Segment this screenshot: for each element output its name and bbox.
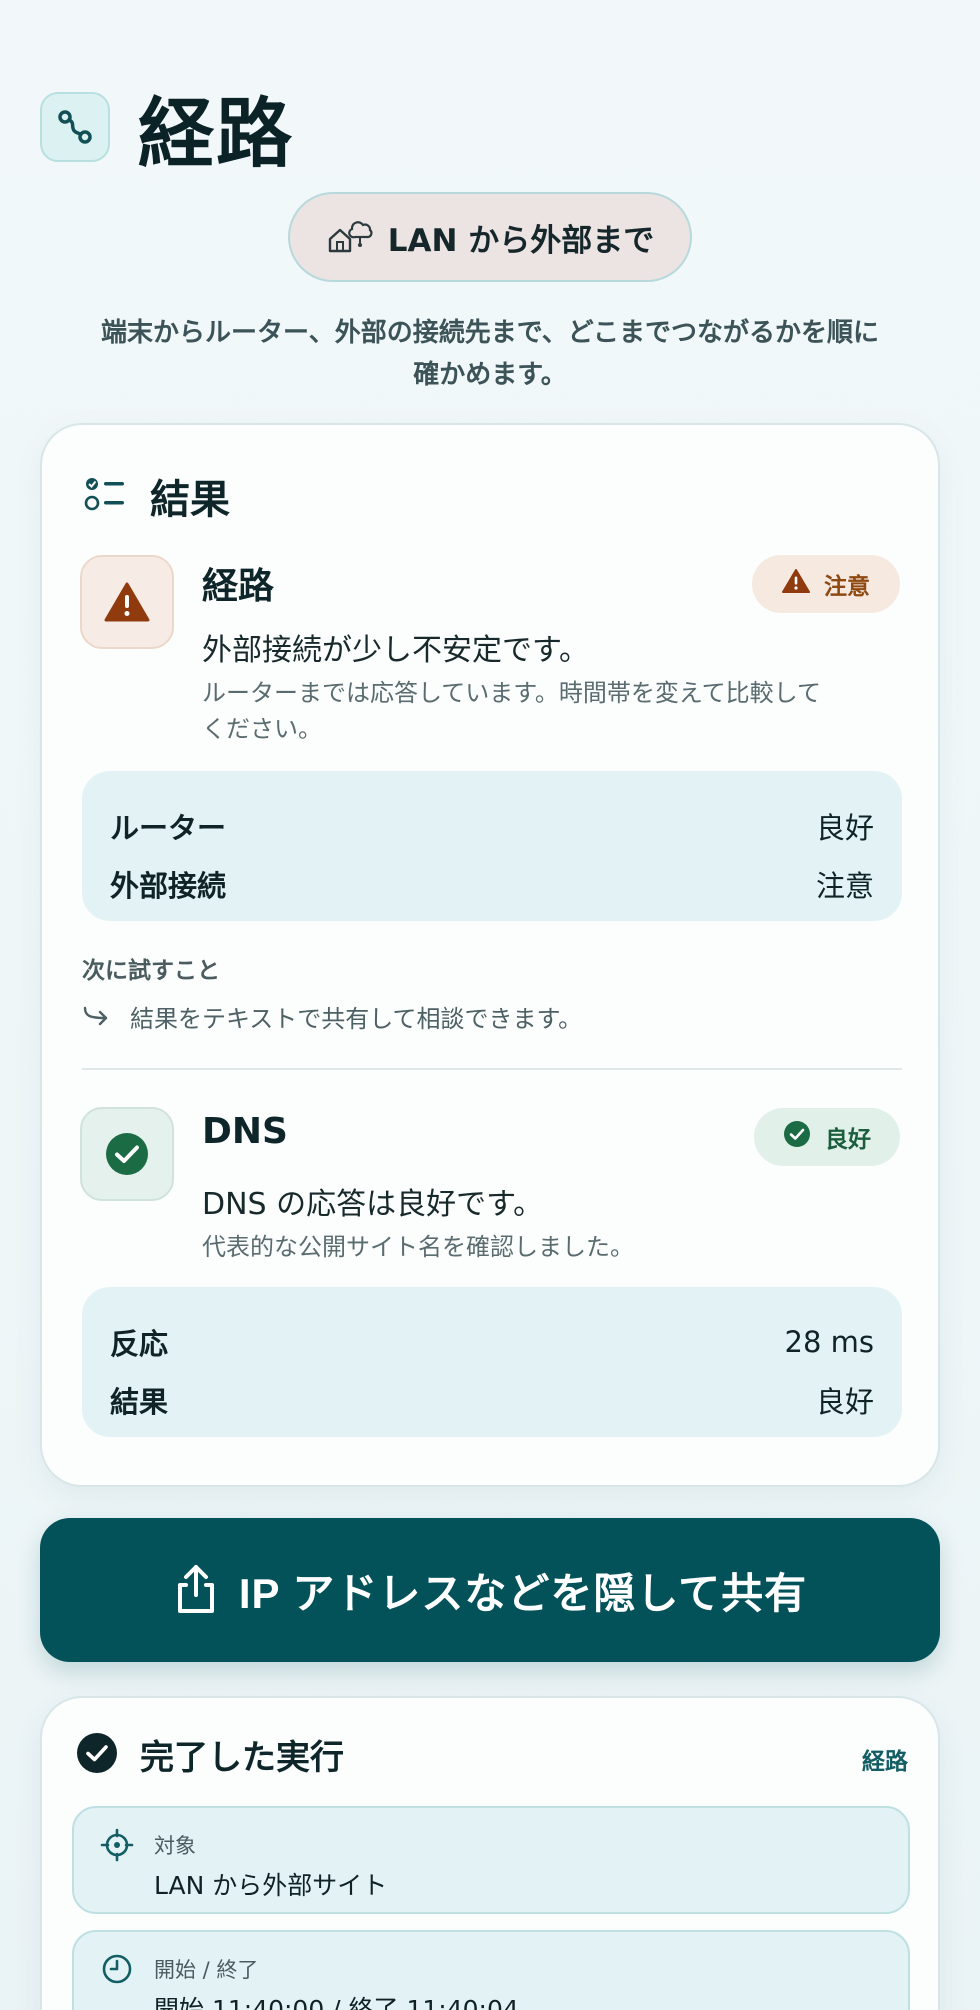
- run-heading: 完了した実行: [76, 1730, 344, 1779]
- metric-row: 外部接続 注意: [110, 855, 874, 913]
- result-title-route: 経路: [202, 566, 275, 607]
- metric-row: ルーター 良好: [110, 797, 874, 855]
- status-badge-label: 注意: [824, 574, 870, 600]
- run-info-row: 対象 LAN から外部サイト: [72, 1806, 910, 1914]
- divider: [82, 1068, 902, 1070]
- metric-value: 注意: [815, 869, 874, 903]
- share-button-label: IP アドレスなどを隠して共有: [238, 1569, 808, 1617]
- run-info-value: 開始 11:40:00 / 終了 11:40:04: [154, 1995, 519, 2010]
- result-detail: ルーターまでは応答しています。時間帯を変えて比較してください。: [202, 679, 821, 743]
- target-icon: [100, 1828, 134, 1866]
- page-header: 経路: [40, 72, 294, 182]
- metric-row: 反応 28 ms: [110, 1313, 874, 1371]
- run-info-label: 開始 / 終了: [154, 1958, 259, 1982]
- checklist-icon: [84, 474, 128, 518]
- scope-selector[interactable]: LAN から外部まで: [288, 192, 692, 282]
- status-badge-label: 良好: [825, 1127, 871, 1153]
- metric-row: 結果 良好: [110, 1371, 874, 1429]
- metric-label: 外部接続: [110, 869, 227, 903]
- warning-icon: [80, 555, 174, 649]
- results-heading-text: 結果: [150, 477, 230, 523]
- intro-text: 端末からルーター、外部の接続先まで、どこまでつながるかを順に確かめます。: [101, 318, 879, 390]
- scope-label: LAN から外部まで: [387, 222, 655, 259]
- result-summary: DNS の応答は良好です。: [202, 1187, 544, 1222]
- next-step-label: 結果をテキストで共有して相談できます。: [130, 1005, 583, 1033]
- metric-value: 良好: [815, 1385, 874, 1419]
- next-step-item[interactable]: 結果をテキストで共有して相談できます。: [82, 999, 582, 1034]
- metric-label: 反応: [110, 1327, 169, 1361]
- route-icon: [40, 92, 110, 162]
- run-info-label: 対象: [154, 1834, 196, 1858]
- metric-value: 28 ms: [784, 1325, 874, 1359]
- home-cloud-icon: [326, 215, 374, 259]
- status-badge-warning: 注意: [752, 555, 900, 613]
- check-filled-icon: [76, 1732, 118, 1778]
- results-card: 結果 経路 注意 外部接続が少し不安定です。 ルーターまでは応答しています。時間…: [40, 423, 940, 1487]
- status-badge-good: 良好: [754, 1108, 900, 1166]
- clock-icon: [100, 1952, 134, 1990]
- run-info-value: LAN から外部サイト: [154, 1871, 388, 1900]
- completed-run-card: 完了した実行 経路 対象 LAN から外部サイト 開始 / 終了 開始 11:4…: [40, 1696, 940, 2010]
- check-small-icon: [783, 1120, 811, 1154]
- result-detail: 代表的な公開サイト名を確認しました。: [202, 1233, 634, 1261]
- page-title: 経路: [138, 89, 294, 178]
- results-heading: 結果: [84, 467, 230, 525]
- result-title-dns: DNS: [202, 1111, 288, 1152]
- run-type-tag: 経路: [862, 1749, 908, 1775]
- run-info-row: 開始 / 終了 開始 11:40:00 / 終了 11:40:04: [72, 1930, 910, 2010]
- metrics-panel-dns: 反応 28 ms 結果 良好: [82, 1287, 902, 1437]
- result-summary: 外部接続が少し不安定です。: [202, 633, 589, 668]
- next-steps-heading: 次に試すこと: [82, 958, 220, 984]
- metric-label: ルーター: [110, 811, 227, 845]
- warning-small-icon: [782, 568, 810, 600]
- metric-value: 良好: [815, 811, 874, 845]
- share-icon: [173, 1563, 219, 1618]
- metric-label: 結果: [110, 1385, 169, 1419]
- run-heading-text: 完了した実行: [140, 1738, 344, 1778]
- metrics-panel-route: ルーター 良好 外部接続 注意: [82, 771, 902, 921]
- arrow-right-icon: [82, 1002, 110, 1032]
- check-circle-icon: [80, 1107, 174, 1201]
- share-button[interactable]: IP アドレスなどを隠して共有: [40, 1518, 940, 1662]
